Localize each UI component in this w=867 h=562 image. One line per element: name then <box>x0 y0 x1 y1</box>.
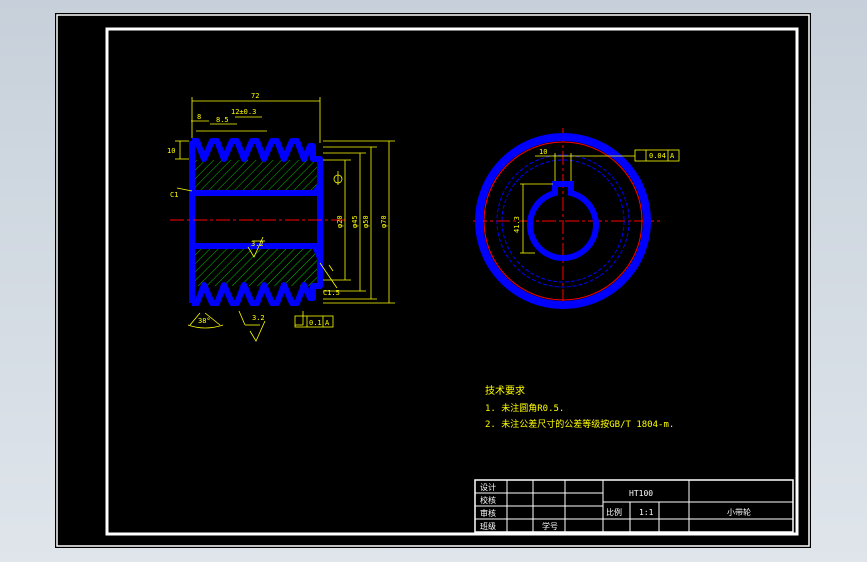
dim-overall-width: 72 <box>251 92 259 100</box>
symmetry-tolerance: 0.04 <box>649 152 666 160</box>
notes-title: 技术要求 <box>485 384 525 397</box>
roughness-groove: 3.2 <box>252 314 265 322</box>
dim-groove-depth: 10 <box>167 147 175 155</box>
dim-keyway-depth: 41.3 <box>513 216 521 233</box>
notes-line-1: 1. 未注圆角R0.5. <box>485 402 564 414</box>
upper-hatch <box>192 160 320 193</box>
tb-material: HT100 <box>629 489 653 498</box>
tb-checker-label: 校核 <box>480 495 496 505</box>
notes-line-2: 2. 未注公差尺寸的公差等级按GB/T 1804-m. <box>485 418 674 430</box>
dim-chamfer-right: C1.5 <box>323 289 340 297</box>
runout-datum: A <box>325 319 330 327</box>
dim-groove-edge: 8 <box>197 113 201 121</box>
tb-student-no-label: 学号 <box>542 521 558 531</box>
dim-bore-dia: φ20 <box>336 215 344 228</box>
tb-designer-label: 设计 <box>480 482 496 492</box>
dim-pitch-dia: φ50 <box>362 215 370 228</box>
dim-groove-pitch: 12±0.3 <box>231 108 256 116</box>
tb-class-label: 班级 <box>480 521 496 531</box>
title-block: 设计 校核 审核 班级 学号 HT100 比例 1:1 小带轮 <box>474 479 794 533</box>
dim-keyway-width: 10 <box>539 148 547 156</box>
drawing-canvas: 72 12±0.3 8.5 8 10 C1 C1.5 φ20 φ45 φ50 φ… <box>56 14 810 547</box>
dim-groove-angle: 38° <box>198 317 211 325</box>
cad-viewport[interactable]: 72 12±0.3 8.5 8 10 C1 C1.5 φ20 φ45 φ50 φ… <box>55 13 811 548</box>
dim-groove-inner: 8.5 <box>216 116 229 124</box>
pulley-front-view: 10 41.3 0.04 A <box>473 128 680 309</box>
runout-tolerance: 0.1 <box>309 319 322 327</box>
outer-frame <box>56 14 810 547</box>
pulley-section-view: 72 12±0.3 8.5 8 10 C1 C1.5 φ20 φ45 φ50 φ… <box>167 92 395 342</box>
tb-reviewer-label: 审核 <box>480 508 496 518</box>
dim-chamfer-left: C1 <box>170 191 178 199</box>
tb-part-name: 小带轮 <box>727 507 751 517</box>
symmetry-datum: A <box>670 152 675 160</box>
dim-hub-dia: φ45 <box>351 215 359 228</box>
tb-scale-value: 1:1 <box>639 508 654 517</box>
roughness-bore: 3.2 <box>251 240 264 248</box>
dim-outer-dia: φ70 <box>380 215 388 228</box>
tb-scale-label: 比例 <box>606 507 622 517</box>
technical-notes: 技术要求 1. 未注圆角R0.5. 2. 未注公差尺寸的公差等级按GB/T 18… <box>485 384 674 430</box>
